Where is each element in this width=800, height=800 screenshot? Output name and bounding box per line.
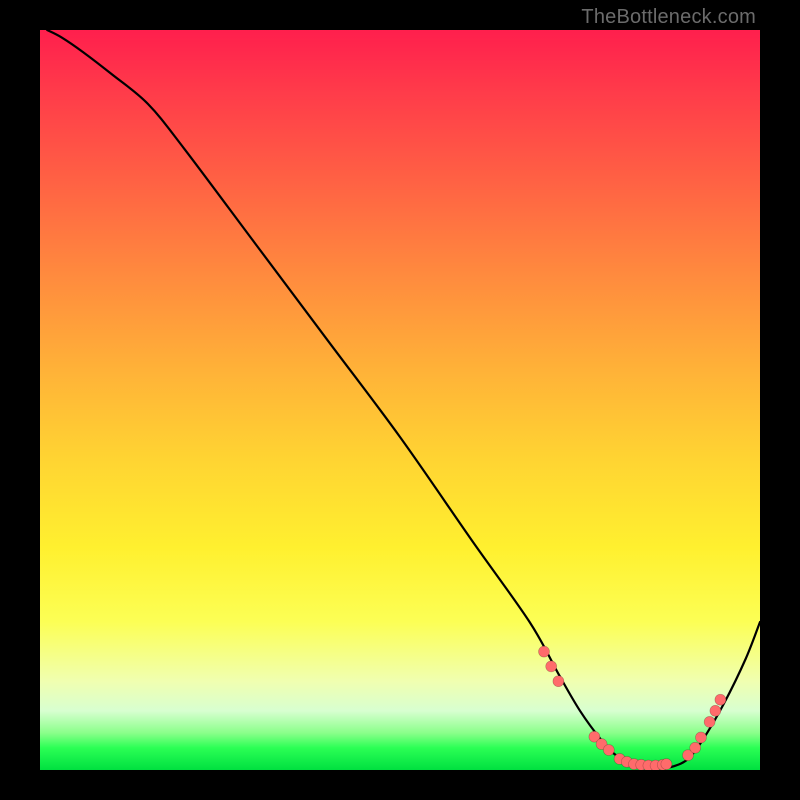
marker-dot: [710, 705, 721, 716]
marker-dot: [704, 716, 715, 727]
marker-dot: [553, 676, 564, 687]
marker-dot: [546, 661, 557, 672]
marker-dot: [715, 694, 726, 705]
plot-area: [40, 30, 760, 770]
marker-dot: [539, 646, 550, 657]
marker-dot: [661, 759, 672, 770]
marker-dot: [603, 745, 614, 756]
marker-dot: [690, 742, 701, 753]
curve-svg: [40, 30, 760, 770]
marker-dot: [695, 732, 706, 743]
bottleneck-curve: [47, 30, 760, 768]
highlight-markers: [539, 646, 726, 770]
chart-frame: TheBottleneck.com: [0, 0, 800, 800]
watermark-text: TheBottleneck.com: [581, 6, 756, 29]
